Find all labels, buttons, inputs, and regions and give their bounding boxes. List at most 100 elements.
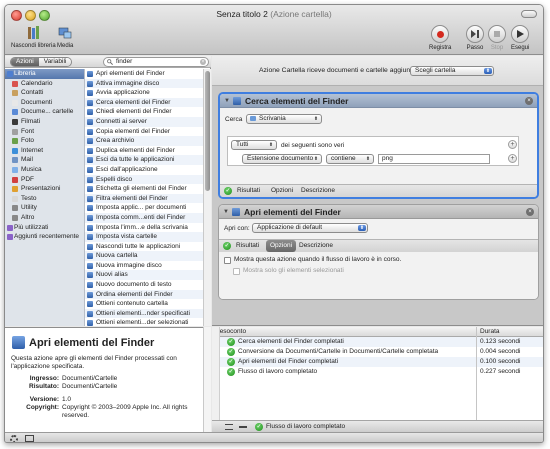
library-item[interactable]: Altro — [5, 213, 84, 223]
action-list-item[interactable]: Chiedi elementi del Finder — [85, 107, 203, 117]
action-list-item[interactable]: Nuovo documento di testo — [85, 280, 203, 290]
clear-search-icon[interactable]: × — [200, 59, 206, 65]
action-list-item[interactable]: Imposta l'imm...e della scrivania — [85, 223, 203, 233]
toggle-description-icon[interactable] — [25, 435, 34, 442]
tab-results[interactable]: Risultati — [236, 240, 259, 252]
action-list-item[interactable]: Nuova cartella — [85, 251, 203, 261]
tab-description[interactable]: Descrizione — [299, 240, 333, 252]
match-mode-popup[interactable]: Tutti ⬍ — [231, 140, 277, 150]
library-item[interactable]: PDF — [5, 175, 84, 185]
library-item[interactable]: Libreria — [5, 69, 84, 79]
action-list-scrollbar[interactable] — [203, 69, 211, 326]
tab-variables[interactable]: Variabili — [38, 58, 72, 66]
action-list-item-label: Esci da tutte le applicazioni — [96, 156, 175, 164]
action-list-item[interactable]: Avvia applicazione — [85, 88, 203, 98]
action-list-item[interactable]: Imposta comm...enti del Finder — [85, 212, 203, 223]
action-find-finder-items[interactable]: ▼ Cerca elementi del Finder × Cerca Scri… — [218, 92, 539, 199]
scrollbar-thumb[interactable] — [205, 71, 210, 191]
library-item[interactable]: Più utilizzati — [5, 223, 84, 233]
action-list-item[interactable]: Apri elementi del Finder — [85, 69, 203, 79]
toolbar-toggle-button[interactable] — [521, 10, 537, 18]
library-item[interactable]: Utility — [5, 203, 84, 213]
action-list-item[interactable]: Ottieni contenuto cartella — [85, 299, 203, 309]
search-location-popup[interactable]: Scrivania ⬍ — [246, 114, 322, 124]
finder-action-icon — [87, 234, 93, 241]
show-selected-checkbox[interactable] — [233, 268, 240, 275]
library-item[interactable]: Documenti — [5, 98, 84, 108]
log-message: Conversione da Documenti/Cartelle in Doc… — [238, 348, 439, 355]
hide-library-button[interactable]: Nascondi libreria — [11, 25, 56, 49]
choose-folder-popup[interactable]: Scegli cartella ⬍ — [410, 66, 494, 76]
remove-action-icon[interactable]: × — [526, 208, 534, 216]
list-view-icon[interactable] — [225, 424, 233, 430]
library-item[interactable]: Font — [5, 127, 84, 137]
action-list-item[interactable]: Nascondi tutte le applicazioni — [85, 242, 203, 252]
library-item[interactable]: Mail — [5, 155, 84, 165]
add-criterion-row-button[interactable]: + — [508, 154, 517, 163]
log-row[interactable]: ✓ Cerca elementi del Finder completati 0.1… — [212, 337, 543, 347]
library-item[interactable]: Calendario — [5, 79, 84, 89]
result-label: Risultato: — [29, 383, 59, 390]
tab-options[interactable]: Opzioni — [271, 185, 293, 197]
action-list-item[interactable]: Filtra elementi del Finder — [85, 193, 203, 204]
action-list-item[interactable]: Esci dall'applicazione — [85, 165, 203, 175]
description-scrollbar[interactable] — [203, 327, 211, 432]
action-list-item[interactable]: Imposta vista cartelle — [85, 232, 203, 242]
search-field[interactable]: finder × — [103, 57, 209, 67]
action-list-item[interactable]: Esci da tutte le applicazioni — [85, 155, 203, 165]
tab-options[interactable]: Opzioni — [266, 240, 297, 252]
finder-action-icon — [12, 336, 25, 349]
show-action-checkbox[interactable] — [224, 257, 231, 264]
log-row[interactable]: ✓ Apri elementi del Finder completati 0.10… — [212, 357, 543, 367]
log-column-duration[interactable]: Durata — [480, 327, 500, 336]
record-button[interactable]: Registra — [429, 25, 451, 51]
library-item[interactable]: Musica — [5, 165, 84, 175]
action-list-item[interactable]: Ottieni elementi...nder specificati — [85, 308, 203, 319]
action-list-item[interactable]: Ottieni elementi...der selezionati — [85, 318, 203, 326]
action-list-item[interactable]: Etichetta gli elementi del Finder — [85, 184, 203, 194]
media-button[interactable]: Media — [57, 25, 73, 49]
criterion-value-input[interactable]: png — [378, 154, 490, 164]
disclosure-triangle-icon[interactable]: ▼ — [224, 98, 230, 104]
criterion-field-popup[interactable]: Estensione documento ⬍ — [242, 154, 322, 164]
action-list-item[interactable]: Espelli disco — [85, 174, 203, 185]
action-list-item[interactable]: Attiva immagine disco — [85, 78, 203, 89]
action-list-item[interactable]: Imposta applic... per documenti — [85, 203, 203, 213]
library-item[interactable]: Contatti — [5, 88, 84, 98]
category-icon — [12, 138, 18, 145]
action-list-item[interactable]: Crea archivio — [85, 136, 203, 146]
library-item[interactable]: Filmati — [5, 117, 84, 127]
gear-icon[interactable] — [10, 435, 18, 442]
action-list-item[interactable]: Ordina elementi del Finder — [85, 289, 203, 300]
finder-action-icon — [232, 208, 240, 216]
run-button[interactable]: Esegui — [511, 25, 529, 51]
library-item[interactable]: Testo — [5, 194, 84, 204]
tab-description[interactable]: Descrizione — [301, 185, 335, 197]
log-row[interactable]: ✓ Flusso di lavoro completato 0.227 second… — [212, 367, 543, 377]
library-item[interactable]: Internet — [5, 146, 84, 156]
stop-button[interactable]: Stop — [488, 25, 506, 51]
library-item[interactable]: Docume... cartelle — [5, 107, 84, 117]
log-row[interactable]: ✓ Conversione da Documenti/Cartelle in Do… — [212, 347, 543, 357]
tab-actions[interactable]: Azioni — [11, 58, 39, 66]
step-button[interactable]: Passo — [466, 25, 484, 51]
action-open-finder-items[interactable]: ▼ Apri elementi del Finder × Apri con: A… — [218, 204, 539, 300]
library-item[interactable]: Aggiunti recentemente — [5, 232, 84, 242]
action-list-item[interactable]: Copia elementi del Finder — [85, 127, 203, 137]
chevron-updown-icon: ⬍ — [358, 225, 366, 231]
criterion-operator-popup[interactable]: contiene ⬍ — [326, 154, 374, 164]
action-list-item[interactable]: Duplica elementi del Finder — [85, 146, 203, 156]
library-item[interactable]: Presentazioni — [5, 184, 84, 194]
action-list-item[interactable]: Connetti ai server — [85, 116, 203, 127]
tab-results[interactable]: Risultati — [237, 185, 260, 197]
action-list-item[interactable]: Cerca elementi del Finder — [85, 97, 203, 108]
library-item-label: Mail — [21, 156, 33, 164]
disclosure-triangle-icon[interactable]: ▼ — [223, 209, 229, 215]
compact-view-icon[interactable] — [239, 426, 247, 428]
library-item[interactable]: Foto — [5, 136, 84, 146]
action-list-item[interactable]: Nuovi alias — [85, 270, 203, 281]
add-criterion-button[interactable]: + — [508, 140, 517, 149]
remove-action-icon[interactable]: × — [525, 97, 533, 105]
open-with-popup[interactable]: Applicazione di default ⬍ — [252, 223, 368, 233]
action-list-item[interactable]: Nuova immagine disco — [85, 261, 203, 271]
